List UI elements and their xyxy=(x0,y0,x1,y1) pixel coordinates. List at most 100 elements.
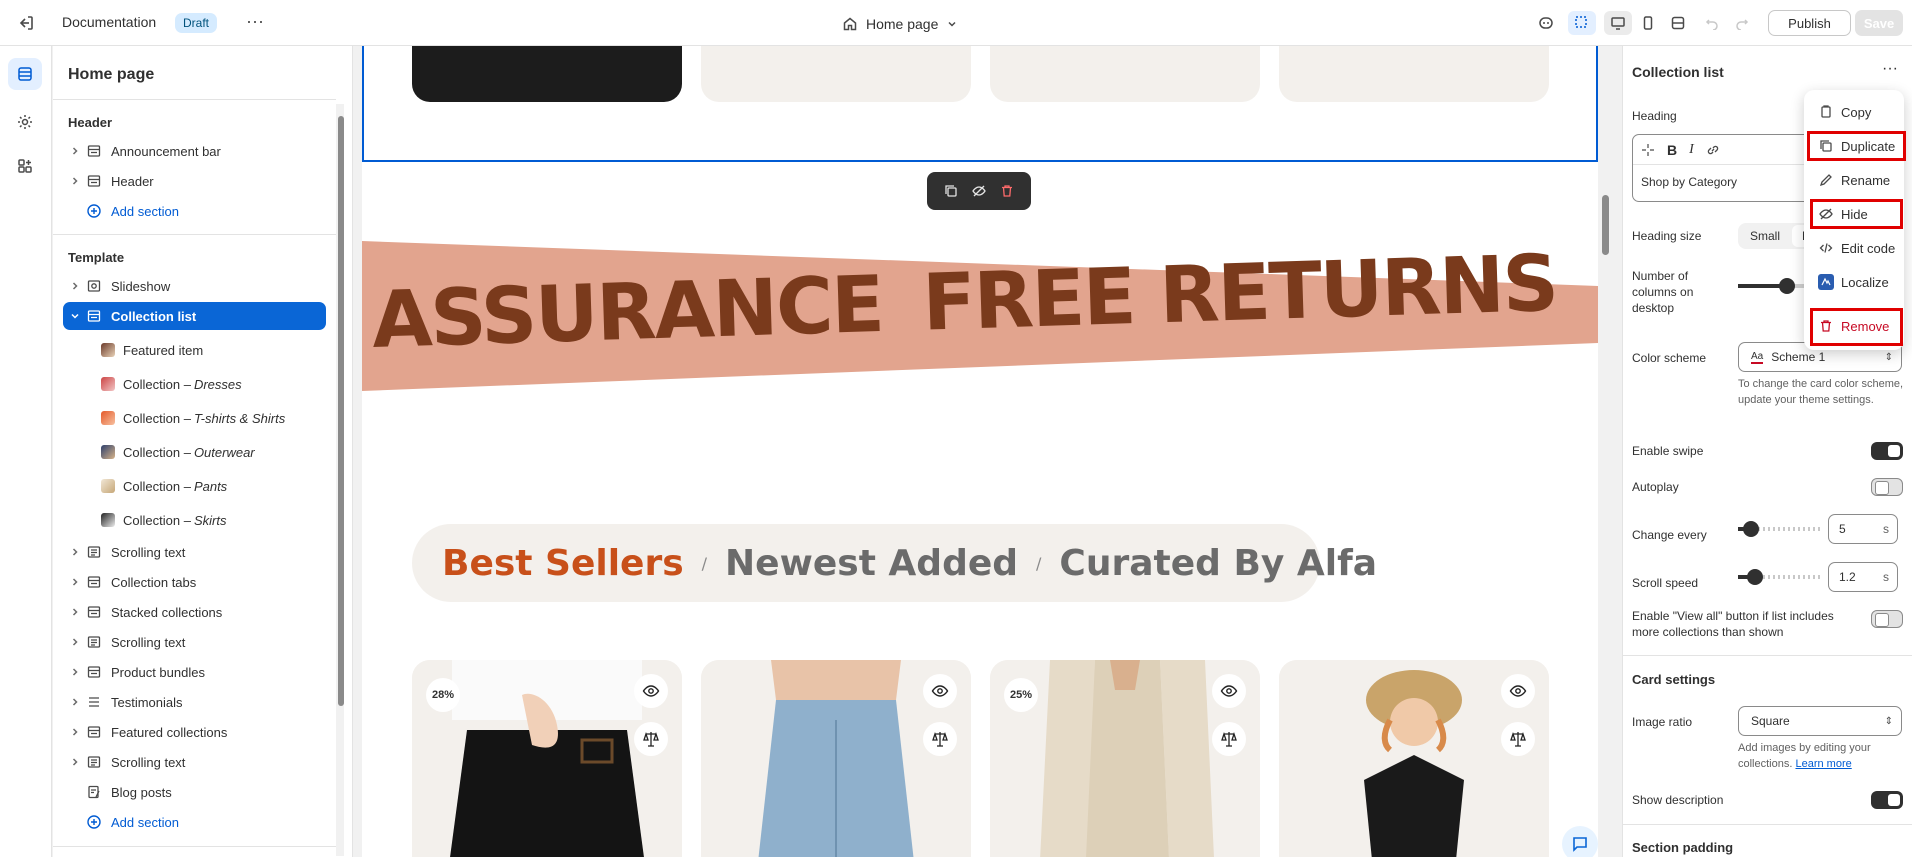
tab-curated-by-alfa[interactable]: Curated By Alfa xyxy=(1059,543,1377,584)
sidebar-item-scrolling-text[interactable]: Scrolling text xyxy=(63,628,326,656)
learn-more-link[interactable]: Learn more xyxy=(1795,758,1851,770)
canvas-scrollbar-thumb[interactable] xyxy=(1602,195,1609,255)
chevron-right-icon[interactable] xyxy=(67,574,83,590)
block-collection-skirts[interactable]: Collection – Skirts xyxy=(63,506,326,534)
undo-icon[interactable] xyxy=(1698,11,1726,35)
autoplay-toggle[interactable] xyxy=(1871,478,1903,496)
redo-icon[interactable] xyxy=(1728,11,1756,35)
chat-widget-icon[interactable] xyxy=(1562,826,1598,857)
canvas-scrollbar[interactable] xyxy=(1598,46,1614,857)
chevron-right-icon[interactable] xyxy=(67,634,83,650)
menu-item-remove[interactable]: Remove xyxy=(1812,312,1900,340)
trash-icon[interactable] xyxy=(1000,184,1014,198)
block-featured-item[interactable]: Featured item xyxy=(63,336,326,364)
menu-item-rename[interactable]: Rename xyxy=(1812,166,1900,194)
sparkle-icon[interactable] xyxy=(1641,143,1655,157)
compare-icon[interactable] xyxy=(1501,722,1535,756)
product-card[interactable]: 25% xyxy=(990,660,1260,857)
sections-icon[interactable] xyxy=(8,58,42,90)
product-card[interactable] xyxy=(701,660,971,857)
change-every-input[interactable]: 5 s xyxy=(1828,514,1898,544)
mobile-view-icon[interactable] xyxy=(1634,11,1662,35)
compare-icon[interactable] xyxy=(634,722,668,756)
heading-input[interactable]: Shop by Category xyxy=(1641,175,1737,189)
sidebar-item-product-bundles[interactable]: Product bundles xyxy=(63,658,326,686)
menu-item-hide[interactable]: Hide xyxy=(1812,200,1900,228)
exit-icon[interactable] xyxy=(16,13,38,33)
quick-view-icon[interactable] xyxy=(923,674,957,708)
store-name[interactable]: Documentation xyxy=(62,14,156,30)
view-all-toggle[interactable] xyxy=(1871,610,1903,628)
link-icon[interactable] xyxy=(1706,143,1720,157)
product-card[interactable] xyxy=(1279,660,1549,857)
desktop-view-icon[interactable] xyxy=(1604,11,1632,35)
show-description-toggle[interactable] xyxy=(1871,791,1903,809)
menu-item-duplicate[interactable]: Duplicate xyxy=(1812,132,1900,160)
chevron-right-icon[interactable] xyxy=(67,694,83,710)
more-actions-icon[interactable]: ··· xyxy=(243,12,267,34)
page-selector[interactable]: Home page xyxy=(842,13,958,35)
sidebar-item-header[interactable]: Header xyxy=(63,167,326,195)
publish-button[interactable]: Publish xyxy=(1768,10,1851,36)
sidebar-item-announcement-bar[interactable]: Announcement bar xyxy=(63,137,326,165)
quick-view-icon[interactable] xyxy=(1212,674,1246,708)
bold-icon[interactable]: B xyxy=(1667,142,1677,158)
enable-swipe-toggle[interactable] xyxy=(1871,442,1903,460)
scroll-speed-input[interactable]: 1.2 s xyxy=(1828,562,1898,592)
tab-best-sellers[interactable]: Best Sellers xyxy=(442,543,684,584)
sidebar-scrollbar-thumb[interactable] xyxy=(338,116,344,706)
block-collection-dresses[interactable]: Collection – Dresses xyxy=(63,370,326,398)
eye-off-icon[interactable] xyxy=(972,184,986,198)
banner-text: ASSURANCE xyxy=(370,259,884,366)
inspector-icon[interactable] xyxy=(1568,11,1596,35)
italic-icon[interactable]: I xyxy=(1689,142,1694,158)
chevron-right-icon[interactable] xyxy=(67,173,83,189)
add-section-template-button[interactable]: Add section xyxy=(63,808,326,836)
image-ratio-select[interactable]: Square ⇕ xyxy=(1738,706,1902,736)
sidebar-item-stacked-collections[interactable]: Stacked collections xyxy=(63,598,326,626)
product-card[interactable]: 28% xyxy=(412,660,682,857)
sidebar-item-blog-posts[interactable]: Blog posts xyxy=(63,778,326,806)
save-button[interactable]: Save xyxy=(1855,10,1903,36)
chevron-right-icon[interactable] xyxy=(67,664,83,680)
add-section-header-button[interactable]: Add section xyxy=(63,197,326,225)
tab-newest-added[interactable]: Newest Added xyxy=(725,543,1018,584)
slider-knob[interactable] xyxy=(1747,569,1763,585)
sidebar-item-scrolling-text[interactable]: Scrolling text xyxy=(63,538,326,566)
duplicate-icon[interactable] xyxy=(944,184,958,198)
block-collection-outerwear[interactable]: Collection – Outerwear xyxy=(63,438,326,466)
quick-view-icon[interactable] xyxy=(634,674,668,708)
chevron-right-icon[interactable] xyxy=(67,544,83,560)
menu-item-copy[interactable]: Copy xyxy=(1812,98,1900,126)
chevron-right-icon[interactable] xyxy=(67,278,83,294)
chevron-down-icon[interactable] xyxy=(67,308,83,324)
block-collection-pants[interactable]: Collection – Pants xyxy=(63,472,326,500)
quick-view-icon[interactable] xyxy=(1501,674,1535,708)
menu-item-edit-code[interactable]: Edit code xyxy=(1812,234,1900,262)
menu-item-localize[interactable]: Localize xyxy=(1812,268,1900,296)
chevron-right-icon[interactable] xyxy=(67,754,83,770)
chevron-right-icon[interactable] xyxy=(67,143,83,159)
chevron-right-icon[interactable] xyxy=(67,724,83,740)
fullscreen-view-icon[interactable] xyxy=(1664,11,1692,35)
block-collection-tshirts[interactable]: Collection – T-shirts & Shirts xyxy=(63,404,326,432)
heading-size-small[interactable]: Small xyxy=(1738,229,1792,243)
sidebar-item-collection-tabs[interactable]: Collection tabs xyxy=(63,568,326,596)
sidekick-icon[interactable] xyxy=(1532,11,1560,35)
sidebar-item-scrolling-text[interactable]: Scrolling text xyxy=(63,748,326,776)
change-every-slider[interactable] xyxy=(1738,521,1823,537)
chevron-right-icon[interactable] xyxy=(67,604,83,620)
slider-knob[interactable] xyxy=(1742,521,1759,537)
slider-knob[interactable] xyxy=(1779,278,1796,294)
theme-settings-icon[interactable] xyxy=(8,106,42,138)
compare-icon[interactable] xyxy=(1212,722,1246,756)
status-badge: Draft xyxy=(175,13,218,33)
apps-icon[interactable] xyxy=(8,150,42,182)
panel-more-icon[interactable]: ··· xyxy=(1877,60,1903,82)
scroll-speed-slider[interactable] xyxy=(1738,569,1823,585)
sidebar-item-featured-collections[interactable]: Featured collections xyxy=(63,718,326,746)
sidebar-item-collection-list[interactable]: Collection list xyxy=(63,302,326,330)
sidebar-item-slideshow[interactable]: Slideshow xyxy=(63,272,326,300)
compare-icon[interactable] xyxy=(923,722,957,756)
sidebar-item-testimonials[interactable]: Testimonials xyxy=(63,688,326,716)
